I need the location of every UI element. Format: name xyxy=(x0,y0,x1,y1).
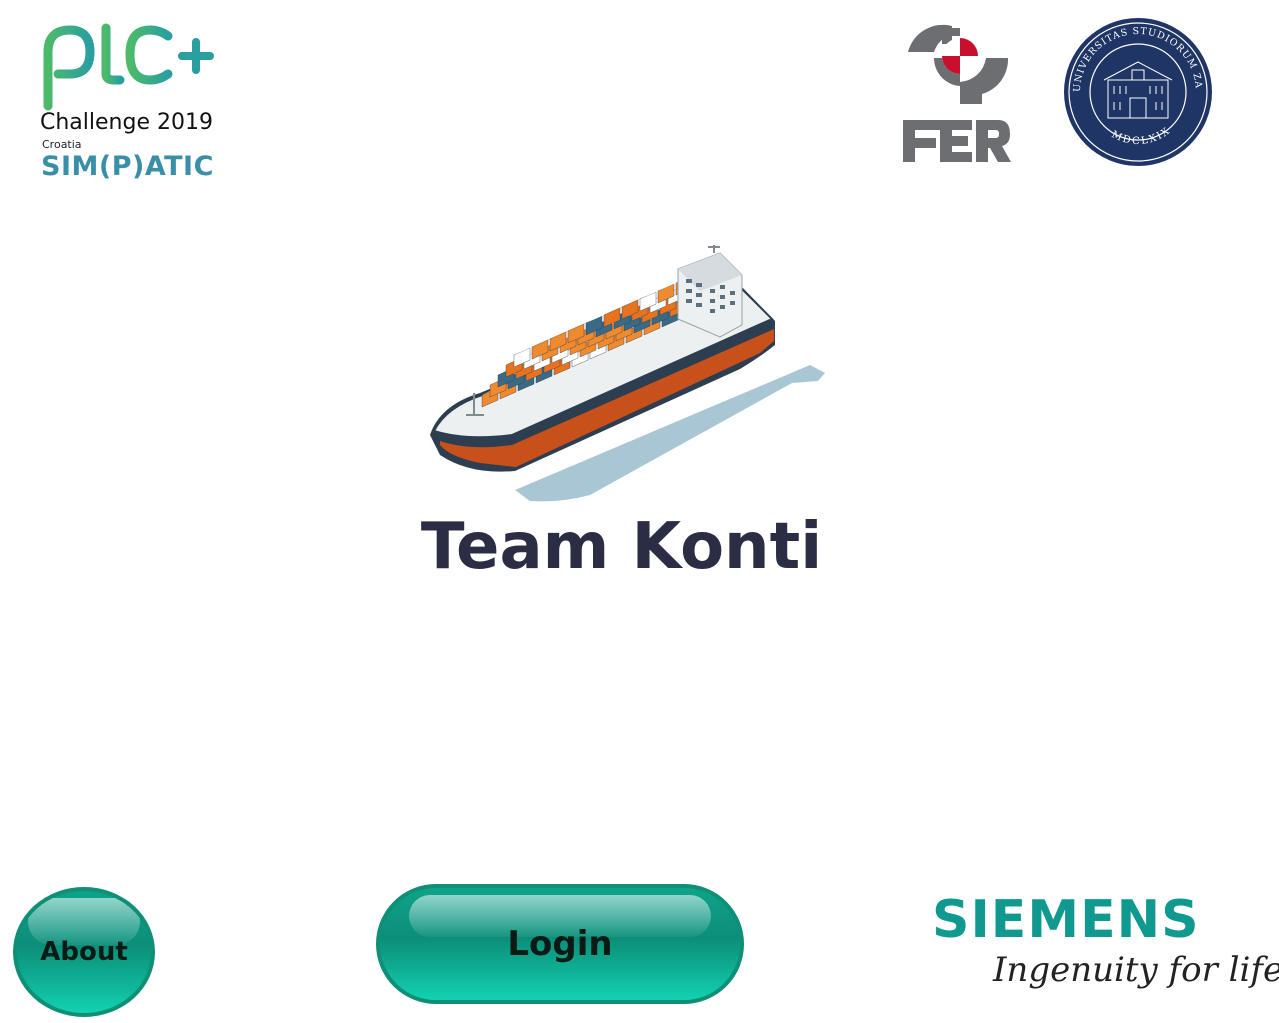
plc-challenge-logo: Challenge 2019 Croatia SIM(P)ATIC xyxy=(38,22,238,192)
plc-country: Croatia xyxy=(42,138,82,151)
login-button-label: Login xyxy=(507,924,613,964)
university-seal-icon: UNIVERSITAS STUDIORUM ZAGRABIENSIS MDCLX… xyxy=(1060,18,1212,166)
about-button[interactable]: About xyxy=(13,887,155,1017)
screen: Challenge 2019 Croatia SIM(P)ATIC UNIVER… xyxy=(0,0,1279,1023)
team-title: Team Konti xyxy=(420,510,823,584)
plc-organizer: SIM(P)ATIC xyxy=(41,151,214,182)
fer-logo-icon xyxy=(903,24,1011,162)
container-ship-icon xyxy=(430,245,825,502)
siemens-wordmark: SIEMENS xyxy=(932,890,1200,950)
about-button-label: About xyxy=(40,937,128,967)
siemens-tagline: Ingenuity for life xyxy=(993,950,1279,990)
siemens-logo: SIEMENS Ingenuity for life xyxy=(930,890,1279,1015)
login-button[interactable]: Login xyxy=(376,884,744,1004)
plc-plus-wordmark-icon xyxy=(43,23,214,111)
plc-subtitle: Challenge 2019 xyxy=(40,110,213,135)
